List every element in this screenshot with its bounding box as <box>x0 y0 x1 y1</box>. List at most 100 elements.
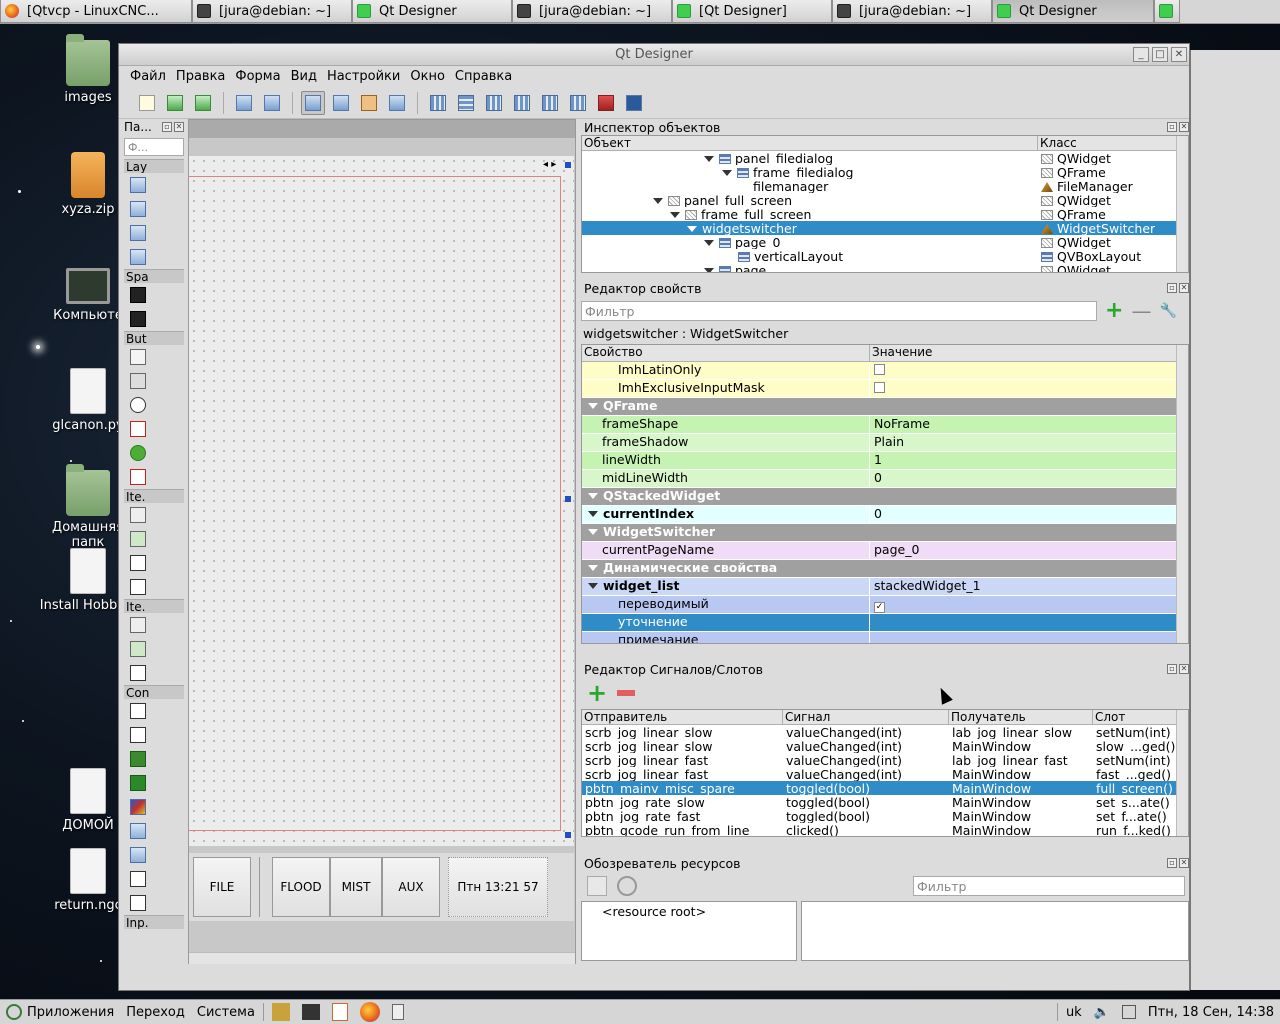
window-titlebar[interactable]: Qt Designer _ □ ✕ <box>119 44 1189 66</box>
property-row[interactable]: frameShadow Plain <box>582 434 1188 452</box>
network-indicator[interactable] <box>1116 1005 1142 1019</box>
col-value[interactable]: Значение <box>870 345 1188 361</box>
add-connection-icon[interactable]: + <box>587 679 607 707</box>
float-icon[interactable]: ▫ <box>162 122 172 132</box>
minimize-button[interactable]: _ <box>1133 47 1149 62</box>
property-row[interactable]: frameShape NoFrame <box>582 416 1188 434</box>
property-row[interactable]: примечание <box>582 632 1188 643</box>
tree-row[interactable]: frame_filedialog QFrame <box>582 165 1188 179</box>
keyboard-layout[interactable]: uk <box>1060 1005 1088 1020</box>
layout-splitter-h-button[interactable] <box>482 91 506 115</box>
widget-stacked-widget[interactable] <box>124 795 184 819</box>
expand-arrow-icon[interactable] <box>670 212 680 218</box>
launcher-linuxcnc[interactable] <box>266 1003 296 1021</box>
connection-row[interactable]: scrb_jog_linear_slow valueChanged(int) lab… <box>582 725 1188 739</box>
tree-row[interactable]: page_0 QWidget <box>582 235 1188 249</box>
connection-row-selected[interactable]: pbtn_mainv_misc_spare toggled(bool) MainWi… <box>582 781 1188 795</box>
page-nav-arrows[interactable]: ◂ ▸ <box>543 159 556 170</box>
property-value[interactable]: 0 <box>870 506 1188 523</box>
edit-signals-button[interactable] <box>329 91 353 115</box>
flood-button[interactable]: FLOOD <box>272 857 330 917</box>
widget-tool-box[interactable] <box>124 747 184 771</box>
widget-table-widget[interactable] <box>124 661 184 685</box>
widget-check-box[interactable] <box>124 417 184 441</box>
property-group[interactable]: QStackedWidget <box>582 488 1188 506</box>
property-row[interactable]: переводимый ✓ <box>582 596 1188 614</box>
property-value[interactable]: NoFrame <box>870 416 1188 433</box>
property-value[interactable] <box>870 632 1188 643</box>
widget-widget[interactable] <box>124 843 184 867</box>
add-property-icon[interactable]: + <box>1105 300 1123 322</box>
maximize-button[interactable]: □ <box>1152 47 1168 62</box>
collapse-arrow-icon[interactable] <box>588 583 598 589</box>
connection-row[interactable]: pbtn_jog_rate_fast toggled(bool) MainWindo… <box>582 809 1188 823</box>
new-form-button[interactable] <box>135 91 159 115</box>
launcher-terminal[interactable] <box>296 1004 326 1020</box>
category-buttons[interactable]: But <box>124 331 184 345</box>
widget-tool-button[interactable] <box>124 369 184 393</box>
col-receiver[interactable]: Получатель <box>949 710 1093 724</box>
close-button[interactable]: ✕ <box>1171 47 1187 62</box>
col-class[interactable]: Класс <box>1038 136 1188 150</box>
send-back-button[interactable] <box>232 91 256 115</box>
property-value[interactable] <box>870 362 1188 379</box>
task-qtvcp[interactable]: [Qtvcp - LinuxCNC... <box>0 0 192 23</box>
break-layout-button[interactable] <box>594 91 618 115</box>
places-menu[interactable]: Переход <box>120 1005 191 1020</box>
resize-handle[interactable] <box>565 496 571 502</box>
menu-file[interactable]: Файл <box>125 69 171 84</box>
tree-row[interactable]: page QWidget <box>582 263 1188 272</box>
col-object[interactable]: Объект <box>582 136 1038 150</box>
property-group[interactable]: WidgetSwitcher <box>582 524 1188 542</box>
tree-row[interactable]: panel_filedialog QWidget <box>582 151 1188 165</box>
object-tree-scrollbar[interactable] <box>1176 136 1188 272</box>
property-row[interactable]: ImhLatinOnly <box>582 362 1188 380</box>
widget-horizontal-layout[interactable] <box>124 197 184 221</box>
property-value[interactable]: ✓ <box>870 596 1188 613</box>
collapse-arrow-icon[interactable] <box>588 565 598 571</box>
task-terminal-2[interactable]: [jura@debian: ~] <box>512 0 672 23</box>
expand-arrow-icon[interactable] <box>704 268 714 272</box>
launcher-firefox[interactable] <box>354 1002 386 1022</box>
remove-property-icon[interactable]: — <box>1131 301 1151 321</box>
connection-row[interactable]: scrb_jog_linear_slow valueChanged(int) Mai… <box>582 739 1188 753</box>
widget-v-spacer[interactable] <box>124 307 184 331</box>
expand-arrow-icon[interactable] <box>704 240 714 246</box>
category-containers[interactable]: Con <box>124 685 184 699</box>
property-value[interactable] <box>870 614 1188 631</box>
clock[interactable]: Птн, 18 Сен, 14:38 <box>1142 1005 1280 1020</box>
tree-row[interactable]: filemanager FileManager <box>582 179 1188 193</box>
menu-view[interactable]: Вид <box>286 69 322 84</box>
launcher-editor[interactable] <box>326 1003 354 1021</box>
tree-row-selected[interactable]: widgetswitcher WidgetSwitcher <box>582 221 1188 235</box>
menu-edit[interactable]: Правка <box>171 69 230 84</box>
edit-tab-order-button[interactable] <box>385 91 409 115</box>
checkbox[interactable] <box>874 364 885 375</box>
task-qt-designer-2[interactable]: [Qt Designer] <box>672 0 832 23</box>
property-row[interactable]: lineWidth 1 <box>582 452 1188 470</box>
task-qt-extra[interactable] <box>1154 0 1180 23</box>
launcher-show-desktop[interactable] <box>386 1004 410 1020</box>
widget-list-view[interactable] <box>124 503 184 527</box>
property-row-selected[interactable]: уточнение <box>582 614 1188 632</box>
connections-scrollbar[interactable] <box>1176 710 1188 836</box>
layout-grid-button[interactable] <box>538 91 562 115</box>
menu-window[interactable]: Окно <box>405 69 450 84</box>
collapse-arrow-icon[interactable] <box>588 403 598 409</box>
widget-command-link[interactable] <box>124 441 184 465</box>
float-icon[interactable]: ▫ <box>1167 122 1177 132</box>
save-form-button[interactable] <box>191 91 215 115</box>
property-row[interactable]: ImhExclusiveInputMask <box>582 380 1188 398</box>
resize-handle[interactable] <box>565 832 571 838</box>
widget-filter-input[interactable]: Ф... <box>124 138 184 156</box>
form-canvas[interactable]: ◂ ▸ <box>189 156 574 846</box>
tree-row[interactable]: panel_full_screen QWidget <box>582 193 1188 207</box>
connection-row[interactable]: pbtn_jog_rate_slow toggled(bool) MainWindo… <box>582 795 1188 809</box>
col-sender[interactable]: Отправитель <box>582 710 783 724</box>
category-spacers[interactable]: Spa <box>124 269 184 283</box>
close-icon[interactable]: ✕ <box>1179 664 1189 674</box>
checkbox[interactable]: ✓ <box>874 602 885 613</box>
widget-frame[interactable] <box>124 819 184 843</box>
property-row[interactable]: currentPageName page_0 <box>582 542 1188 560</box>
task-qt-designer-1[interactable]: Qt Designer <box>352 0 512 23</box>
